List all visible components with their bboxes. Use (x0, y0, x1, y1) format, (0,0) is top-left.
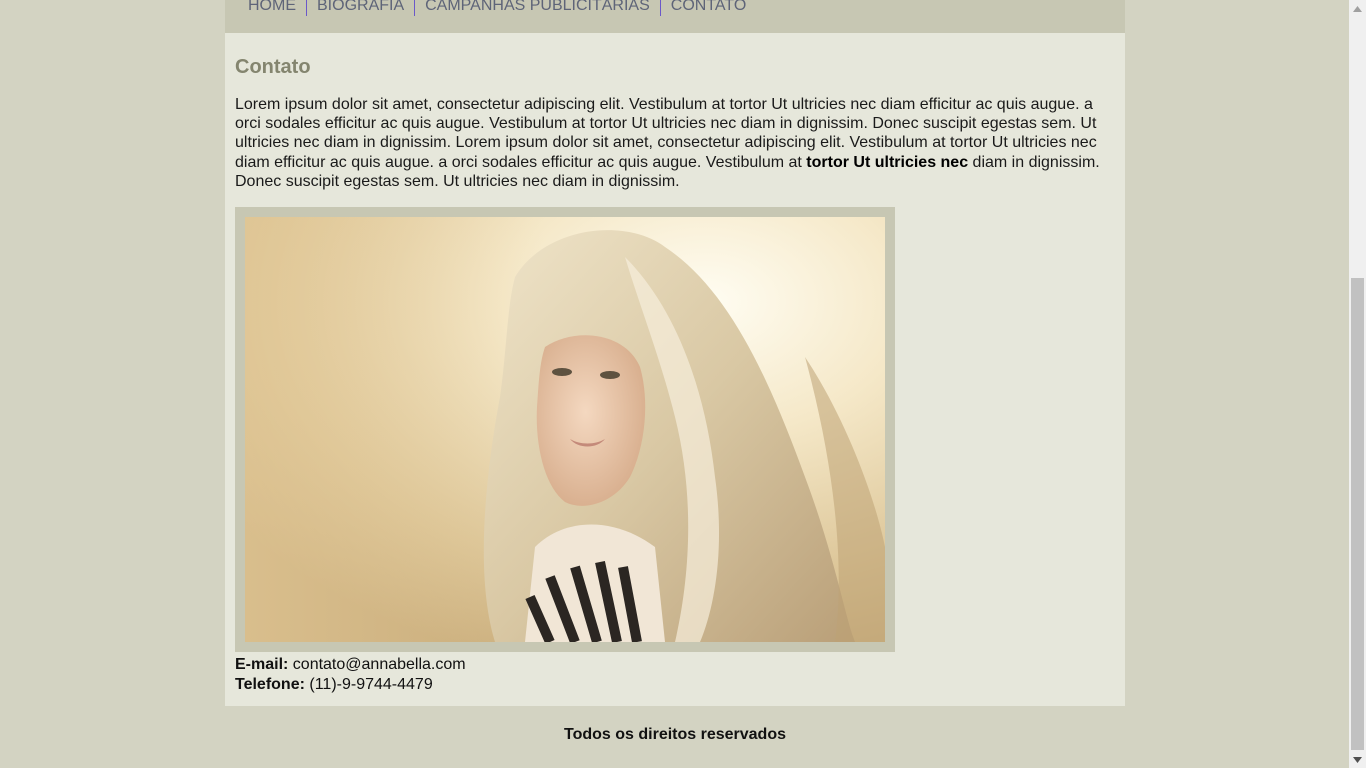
scroll-up-button[interactable] (1349, 0, 1366, 17)
portrait-image (245, 217, 885, 642)
vertical-scrollbar[interactable] (1349, 0, 1366, 768)
photo-frame (235, 207, 895, 652)
scroll-thumb[interactable] (1351, 278, 1364, 750)
nav-list: HOME BIOGRAFIA CAMPANHAS PUBLICITÁRIAS C… (248, 0, 756, 18)
scroll-down-button[interactable] (1349, 751, 1366, 768)
nav-item-biografia[interactable]: BIOGRAFIA (307, 0, 414, 18)
nav-item-campanhas[interactable]: CAMPANHAS PUBLICITÁRIAS (415, 0, 660, 18)
footer-text: Todos os direitos reservados (564, 726, 786, 743)
nav-item-home[interactable]: HOME (248, 0, 306, 18)
page: HOME BIOGRAFIA CAMPANHAS PUBLICITÁRIAS C… (0, 0, 1349, 768)
contact-info: E-mail: contato@annabella.com Telefone: … (235, 655, 466, 695)
top-nav: HOME BIOGRAFIA CAMPANHAS PUBLICITÁRIAS C… (225, 0, 1125, 33)
email-label: E-mail: (235, 656, 289, 673)
phone-label: Telefone: (235, 676, 305, 693)
phone-value: (11)-9-9744-4479 (304, 676, 433, 693)
chevron-up-icon (1353, 5, 1362, 12)
intro-bold-text: tortor Ut ultricies nec (806, 153, 969, 171)
page-title: Contato (235, 56, 311, 78)
portrait-photo (245, 217, 885, 642)
phone-line: Telefone: (11)-9-9744-4479 (235, 675, 466, 695)
intro-paragraph: Lorem ipsum dolor sit amet, consectetur … (235, 95, 1115, 191)
chevron-down-icon (1353, 756, 1362, 763)
email-value: contato@annabella.com (288, 656, 466, 673)
nav-item-contato[interactable]: CONTATO (661, 0, 757, 18)
main-content: Contato Lorem ipsum dolor sit amet, cons… (225, 33, 1125, 706)
email-line: E-mail: contato@annabella.com (235, 655, 466, 675)
